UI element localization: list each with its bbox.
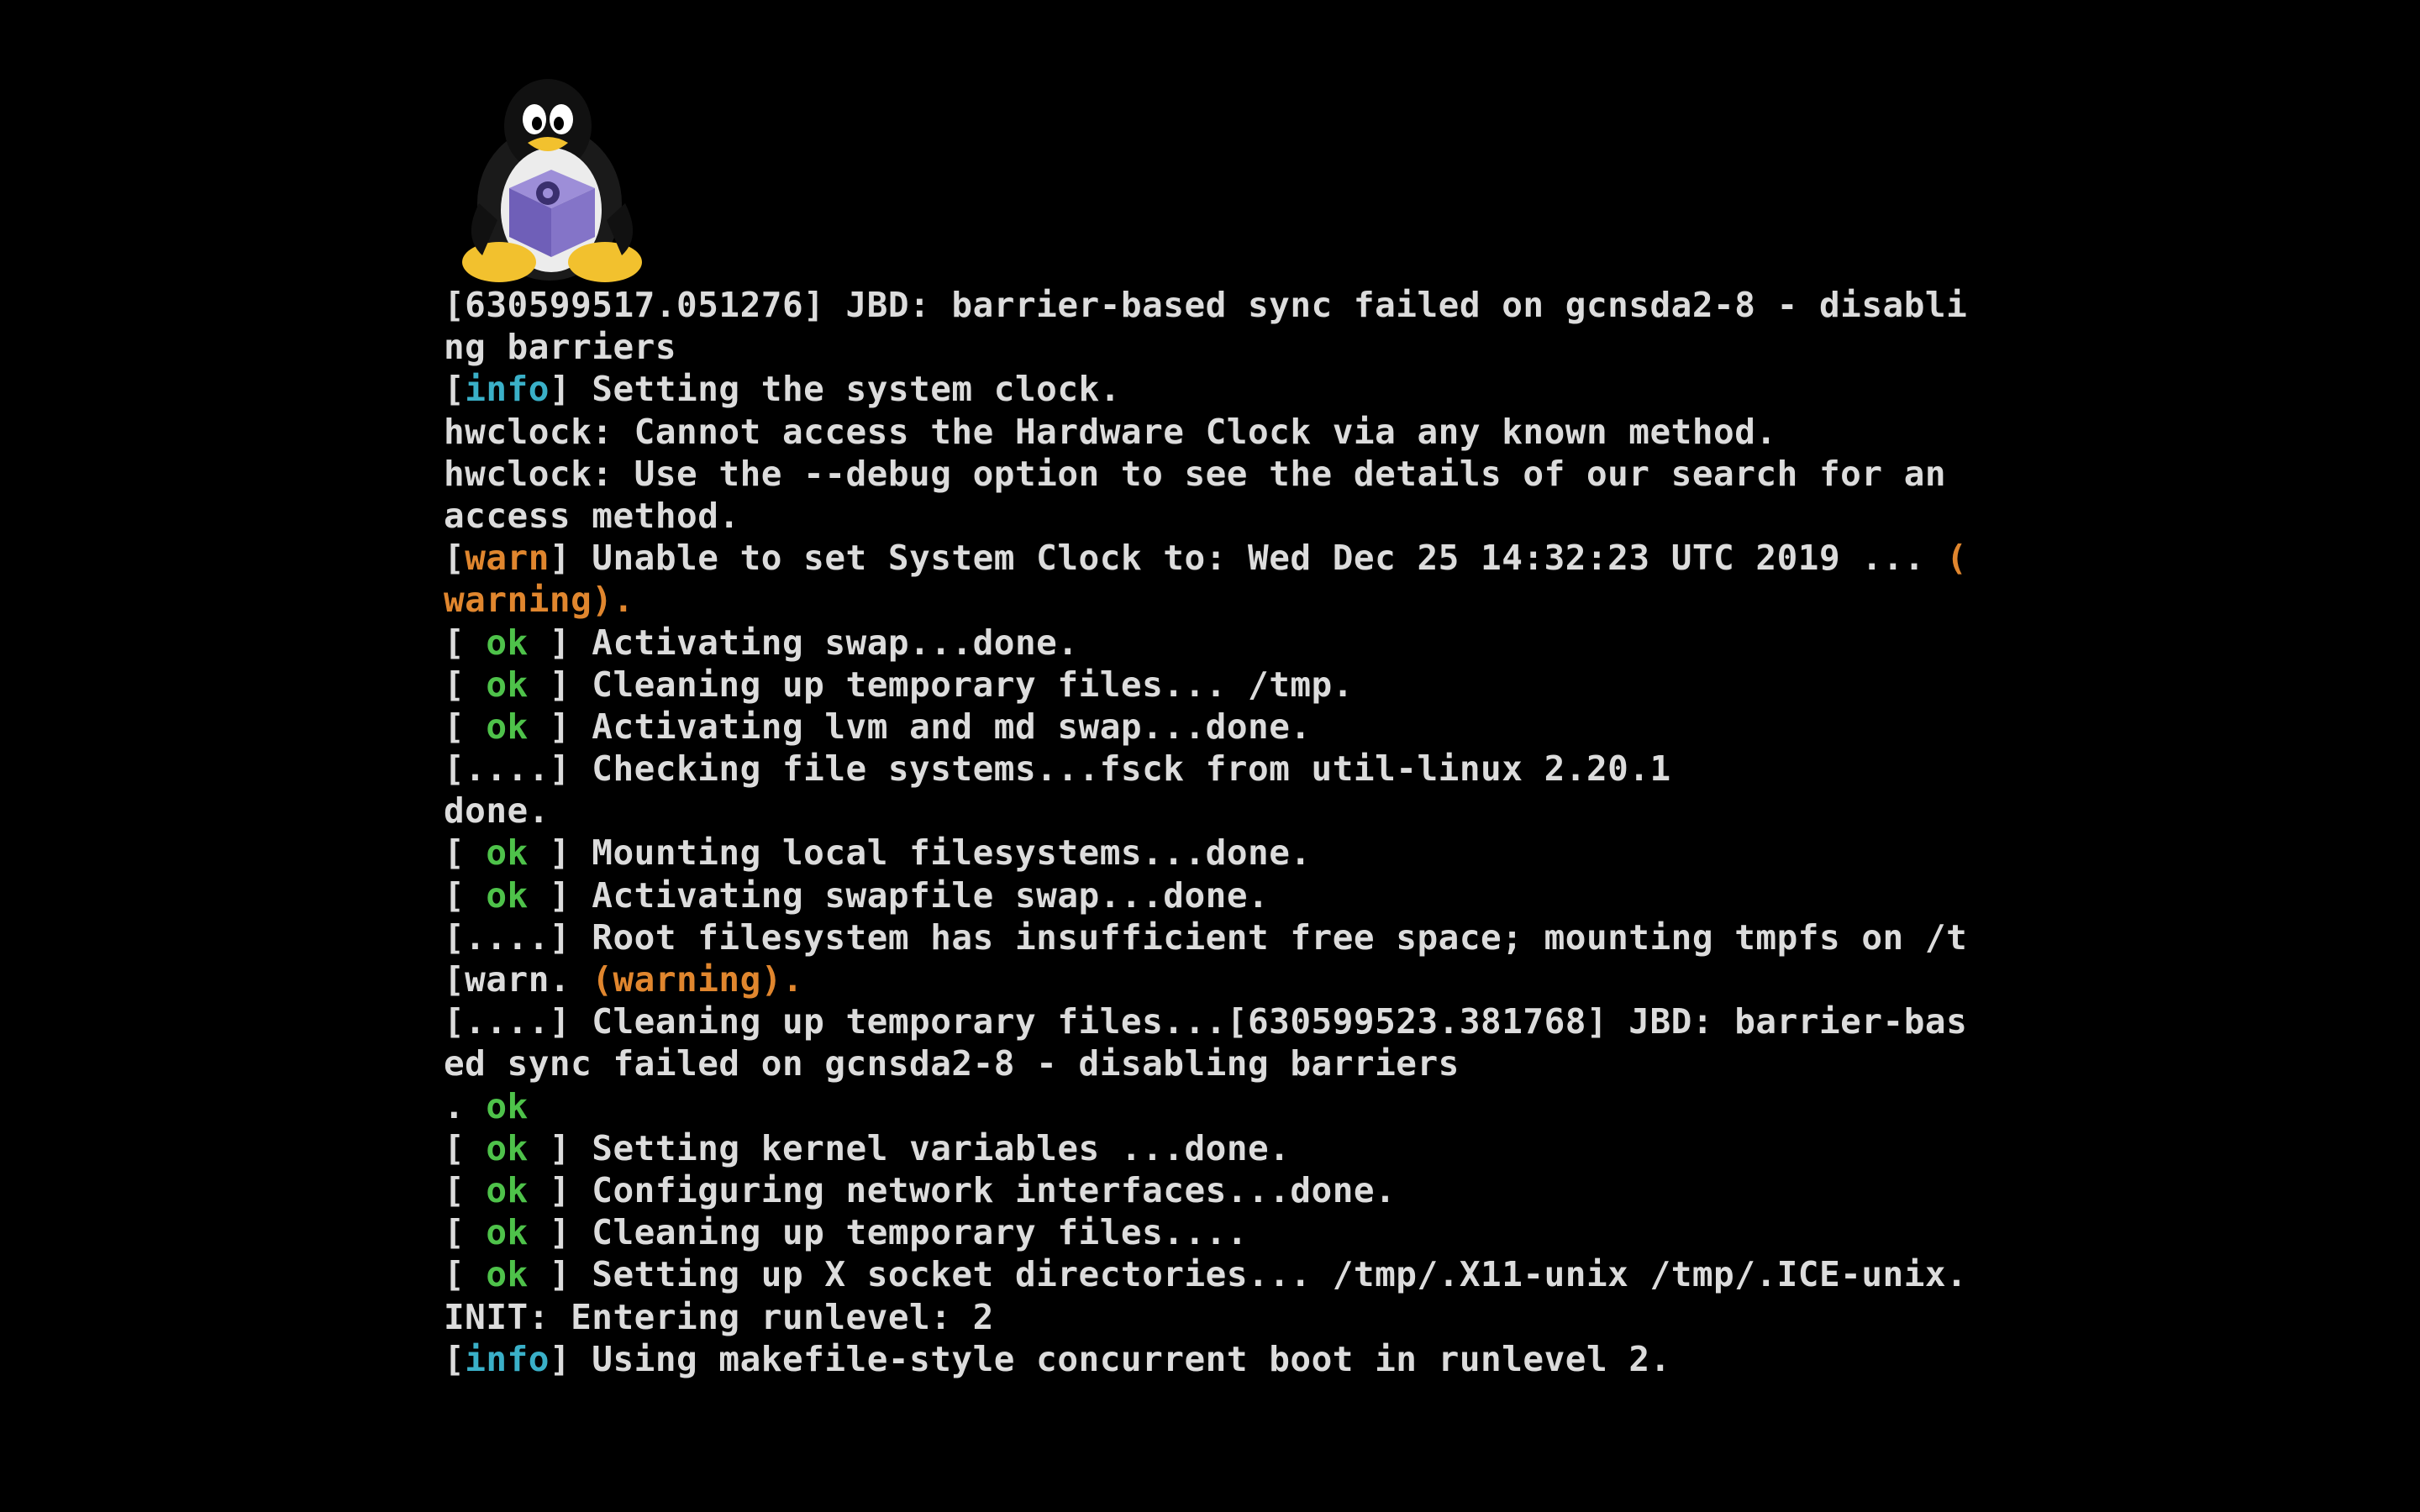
console-text: [ [444, 369, 466, 410]
console-line: [warn] Unable to set System Clock to: We… [444, 537, 1973, 579]
console-line: [ ok ] Activating lvm and md swap...done… [444, 706, 1973, 748]
status-ok: ok [486, 664, 529, 705]
boot-console-screen: [630599517.051276] JBD: barrier-based sy… [0, 0, 2420, 1512]
console-line: ng barriers [444, 326, 1973, 368]
console-text: hwclock: Use the --debug option to see t… [444, 453, 1947, 494]
console-text: ed sync failed on gcnsda2-8 - disabling … [444, 1043, 1460, 1084]
console-line: [ ok ] Mounting local filesystems...done… [444, 832, 1973, 874]
console-line: [....] Root filesystem has insufficient … [444, 916, 1973, 958]
console-line: warning). [444, 579, 1973, 621]
status-ok: ok [486, 1169, 529, 1210]
console-output: [630599517.051276] JBD: barrier-based sy… [444, 284, 1973, 1380]
console-line: ed sync failed on gcnsda2-8 - disabling … [444, 1042, 1973, 1084]
status-warn: (warning). [592, 959, 804, 1000]
console-line: [ ok ] Setting kernel variables ...done. [444, 1127, 1973, 1169]
console-text: ] Activating lvm and md swap...done. [528, 706, 1312, 747]
console-text: [ [444, 706, 487, 747]
status-ok: ok [486, 1254, 529, 1295]
status-ok: ok [486, 874, 529, 916]
console-line: access method. [444, 495, 1973, 537]
console-text: ] Activating swap...done. [528, 622, 1079, 663]
console-text: [630599517.051276] JBD: barrier-based sy… [444, 285, 1968, 325]
console-text: [ [444, 832, 487, 874]
console-line: [ ok ] Activating swap...done. [444, 622, 1973, 664]
console-text: ] Cleaning up temporary files.... [528, 1212, 1249, 1253]
console-text: ] Unable to set System Clock to: Wed Dec… [549, 538, 1947, 579]
console-line: [ ok ] Cleaning up temporary files... /t… [444, 664, 1973, 706]
console-text: [warn. [444, 959, 592, 1000]
console-text: [ [444, 664, 487, 705]
console-line: . ok [444, 1085, 1973, 1127]
console-line: [630599517.051276] JBD: barrier-based sy… [444, 284, 1973, 326]
status-ok: ok [486, 622, 529, 663]
console-line: [info] Using makefile-style concurrent b… [444, 1338, 1973, 1380]
console-line: done. [444, 790, 1973, 832]
status-ok: ok [486, 706, 529, 747]
console-line: hwclock: Use the --debug option to see t… [444, 453, 1973, 495]
console-text: [ [444, 1169, 487, 1210]
console-text: ] Cleaning up temporary files... /tmp. [528, 664, 1354, 705]
console-text: ] Configuring network interfaces...done. [528, 1169, 1397, 1210]
console-line: [ ok ] Setting up X socket directories..… [444, 1253, 1973, 1295]
console-text: INIT: Entering runlevel: 2 [444, 1296, 994, 1337]
console-text: . [444, 1085, 487, 1126]
status-ok: ok [486, 1127, 529, 1168]
status-warn: ( [1946, 538, 1968, 579]
console-line: hwclock: Cannot access the Hardware Cloc… [444, 411, 1973, 453]
console-line: [ ok ] Configuring network interfaces...… [444, 1169, 1973, 1211]
status-ok: ok [486, 1085, 529, 1126]
console-line: [warn. (warning). [444, 958, 1973, 1000]
console-line: [....] Cleaning up temporary files...[63… [444, 1000, 1973, 1042]
status-info: info [465, 1338, 550, 1379]
status-info: info [465, 369, 550, 410]
console-text: ] Mounting local filesystems...done. [528, 832, 1312, 874]
console-text: [....] Cleaning up temporary files...[63… [444, 1001, 1968, 1042]
status-warn: warning). [444, 580, 634, 621]
console-text: [ [444, 538, 466, 579]
console-text: hwclock: Cannot access the Hardware Cloc… [444, 411, 1777, 452]
console-text: ] Setting the system clock. [549, 369, 1121, 410]
console-text: done. [444, 790, 550, 832]
console-text: [ [444, 1338, 466, 1379]
console-text: [ [444, 1127, 487, 1168]
status-ok: ok [486, 832, 529, 874]
console-text: ng barriers [444, 327, 677, 368]
console-text: [....] Checking file systems...fsck from… [444, 748, 1671, 790]
console-text: [ [444, 1254, 487, 1295]
console-text: [ [444, 1212, 487, 1253]
console-line: [info] Setting the system clock. [444, 368, 1973, 410]
console-text: [ [444, 874, 487, 916]
console-text: access method. [444, 495, 740, 536]
console-text: ] Setting up X socket directories... /tm… [528, 1254, 1968, 1295]
console-line: [....] Checking file systems...fsck from… [444, 748, 1973, 790]
status-ok: ok [486, 1212, 529, 1253]
console-text: ] Activating swapfile swap...done. [528, 874, 1270, 916]
console-text: ] Setting kernel variables ...done. [528, 1127, 1291, 1168]
console-line: [ ok ] Cleaning up temporary files.... [444, 1211, 1973, 1253]
console-text: [ [444, 622, 487, 663]
status-warn: warn [465, 538, 550, 579]
console-text: [....] Root filesystem has insufficient … [444, 916, 1968, 958]
console-line: INIT: Entering runlevel: 2 [444, 1296, 1973, 1338]
tux-gamecube-icon [460, 77, 645, 284]
console-line: [ ok ] Activating swapfile swap...done. [444, 874, 1973, 916]
console-text: ] Using makefile-style concurrent boot i… [549, 1338, 1671, 1379]
